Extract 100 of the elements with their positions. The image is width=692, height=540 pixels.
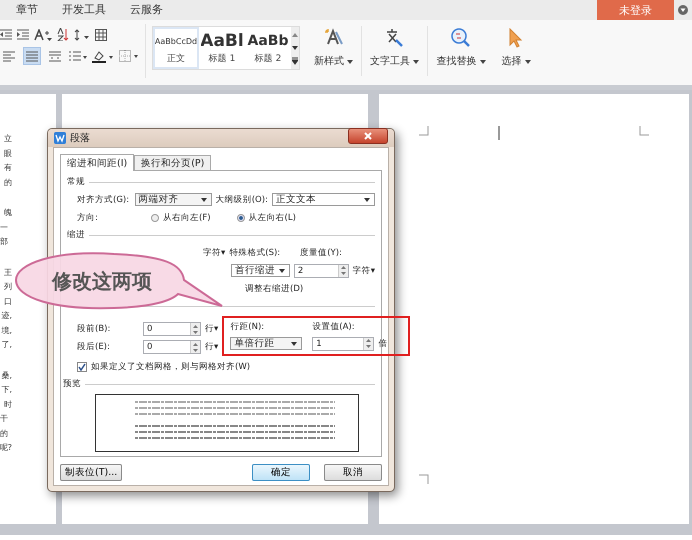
tab-stops-button[interactable]: 制表位(T)...	[60, 464, 122, 480]
field-label: 设置值(A):	[312, 321, 356, 333]
caret-icon	[363, 196, 371, 204]
spinner-arrows-icon	[193, 324, 198, 334]
text-line: 一部	[0, 222, 9, 248]
dropdown-circle-icon[interactable]	[678, 5, 688, 15]
radio-label: 从左向右(L)	[248, 212, 296, 224]
text-line: 眼	[4, 148, 12, 160]
text-cursor-icon	[498, 126, 500, 140]
number-field[interactable]: 0	[143, 340, 201, 354]
text-line: 下,	[1, 384, 12, 396]
unit-label: 行▾	[205, 341, 218, 353]
text-line: 王	[4, 266, 12, 278]
caret-icon	[480, 60, 486, 64]
spinner-arrows-icon	[193, 342, 198, 352]
style-sample: AaBbCcDd	[155, 37, 197, 46]
ok-button[interactable]: 确定	[252, 464, 310, 480]
unit-label: 行▾	[205, 323, 218, 335]
checkbox[interactable]	[77, 362, 87, 372]
dropdown[interactable]: 两端对齐	[134, 193, 212, 206]
caret-icon	[200, 196, 208, 204]
dialog-tab[interactable]: 换行和分页(P)	[134, 155, 212, 170]
table-icon	[95, 28, 107, 40]
close-button[interactable]	[348, 128, 388, 144]
field-label: 度量值(Y):	[300, 246, 342, 258]
text-line: 了,	[1, 339, 12, 351]
radio-button[interactable]	[151, 214, 159, 222]
radio-label: 从右向左(F)	[163, 212, 211, 224]
text-line: 桑,	[1, 370, 12, 382]
style-name: 正文	[167, 52, 185, 65]
dropdown[interactable]: 单倍行距	[230, 337, 302, 350]
bullet-list-icon[interactable]	[69, 50, 87, 62]
checkbox-label: 如果定义了文档网格，则与网格对齐(W)	[91, 360, 250, 372]
menu-tab[interactable]: 开发工具	[50, 0, 118, 20]
dropdown[interactable]: 正文文本	[272, 193, 375, 206]
gallery-scroller[interactable]	[291, 27, 299, 69]
dialog-title: 段落	[70, 132, 91, 145]
style-sample: AaBb	[248, 32, 288, 51]
caret-icon	[524, 60, 531, 64]
indent-decrease-icon	[0, 29, 12, 40]
text-wrench-icon	[384, 28, 405, 48]
text-line: 立	[4, 133, 12, 145]
style-name: 标题 2	[254, 52, 282, 65]
section-heading: 预览	[63, 378, 81, 390]
spinner-arrows-icon	[366, 339, 372, 348]
dropdown[interactable]: 首行缩进	[231, 264, 290, 277]
radio-button[interactable]	[236, 214, 245, 222]
unit-label: 倍	[378, 338, 388, 350]
app-logo-icon	[54, 132, 66, 144]
unit-label: 字符▾	[203, 246, 226, 258]
text-line: 境,	[1, 324, 12, 336]
option-text: 调整右缩进(D)	[245, 282, 304, 294]
text-line: 呢?	[0, 442, 12, 454]
text-line: 时	[4, 398, 12, 410]
text-line: 干的	[0, 413, 9, 440]
section-heading: 缩进	[67, 229, 85, 241]
field-label: 方向:	[77, 212, 99, 224]
dialog-tab[interactable]: 缩进和间距(I)	[60, 154, 134, 171]
cancel-button[interactable]: 取消	[324, 464, 382, 480]
line-spacing-icon	[74, 28, 90, 40]
number-field[interactable]: 2	[294, 264, 349, 278]
ribbon-tool-button[interactable]: 选择	[494, 24, 539, 68]
field-label: 大纲级别(O):	[216, 194, 268, 206]
border-icon[interactable]	[119, 50, 139, 62]
corner-mark-icon	[638, 126, 649, 136]
font-size-icon	[34, 28, 52, 40]
search-icon	[450, 28, 471, 48]
field-label: 行距(N):	[230, 321, 266, 333]
shading-icon[interactable]	[92, 50, 114, 62]
field-label: 对齐方式(G):	[77, 194, 130, 206]
text-line: 口	[4, 296, 12, 308]
number-field[interactable]: 0	[143, 322, 201, 336]
text-line: 的	[4, 176, 12, 188]
section-heading: 常规	[67, 176, 85, 188]
corner-mark-icon	[419, 126, 429, 136]
corner-mark-icon	[419, 474, 429, 484]
field-label: 特殊格式(S):	[229, 246, 280, 258]
style-preset[interactable]: AaBbCcDd 正文	[153, 27, 199, 69]
ribbon-tool-button[interactable]: 查找替换	[428, 24, 494, 68]
spinner-arrows-icon	[340, 266, 346, 275]
check-icon	[78, 362, 86, 370]
indent-increase-icon	[17, 29, 29, 40]
number-field[interactable]: 1	[312, 336, 374, 350]
align-button[interactable]	[23, 47, 41, 65]
caret-icon	[278, 266, 286, 274]
menu-tab[interactable]: 章节	[4, 0, 50, 20]
ribbon-tool-button[interactable]: 新样式	[306, 24, 362, 68]
style-preset[interactable]: AaBb 标题 2	[245, 27, 291, 69]
field-label: 段前(B):	[77, 323, 112, 335]
text-line: 列	[4, 281, 12, 293]
menu-tab[interactable]: 云服务	[118, 0, 175, 20]
text-line: 迹,	[1, 310, 12, 322]
text-line: 有	[4, 162, 12, 174]
scroll-arrows-icon	[292, 31, 298, 65]
sort-icon	[57, 28, 69, 41]
unit-label: 字符▾	[352, 264, 375, 276]
caret-icon	[290, 340, 298, 348]
text-line: 魄	[4, 207, 12, 219]
field-label: 段后(E):	[77, 341, 111, 353]
ribbon-tool-button[interactable]: 文字工具	[362, 24, 428, 68]
